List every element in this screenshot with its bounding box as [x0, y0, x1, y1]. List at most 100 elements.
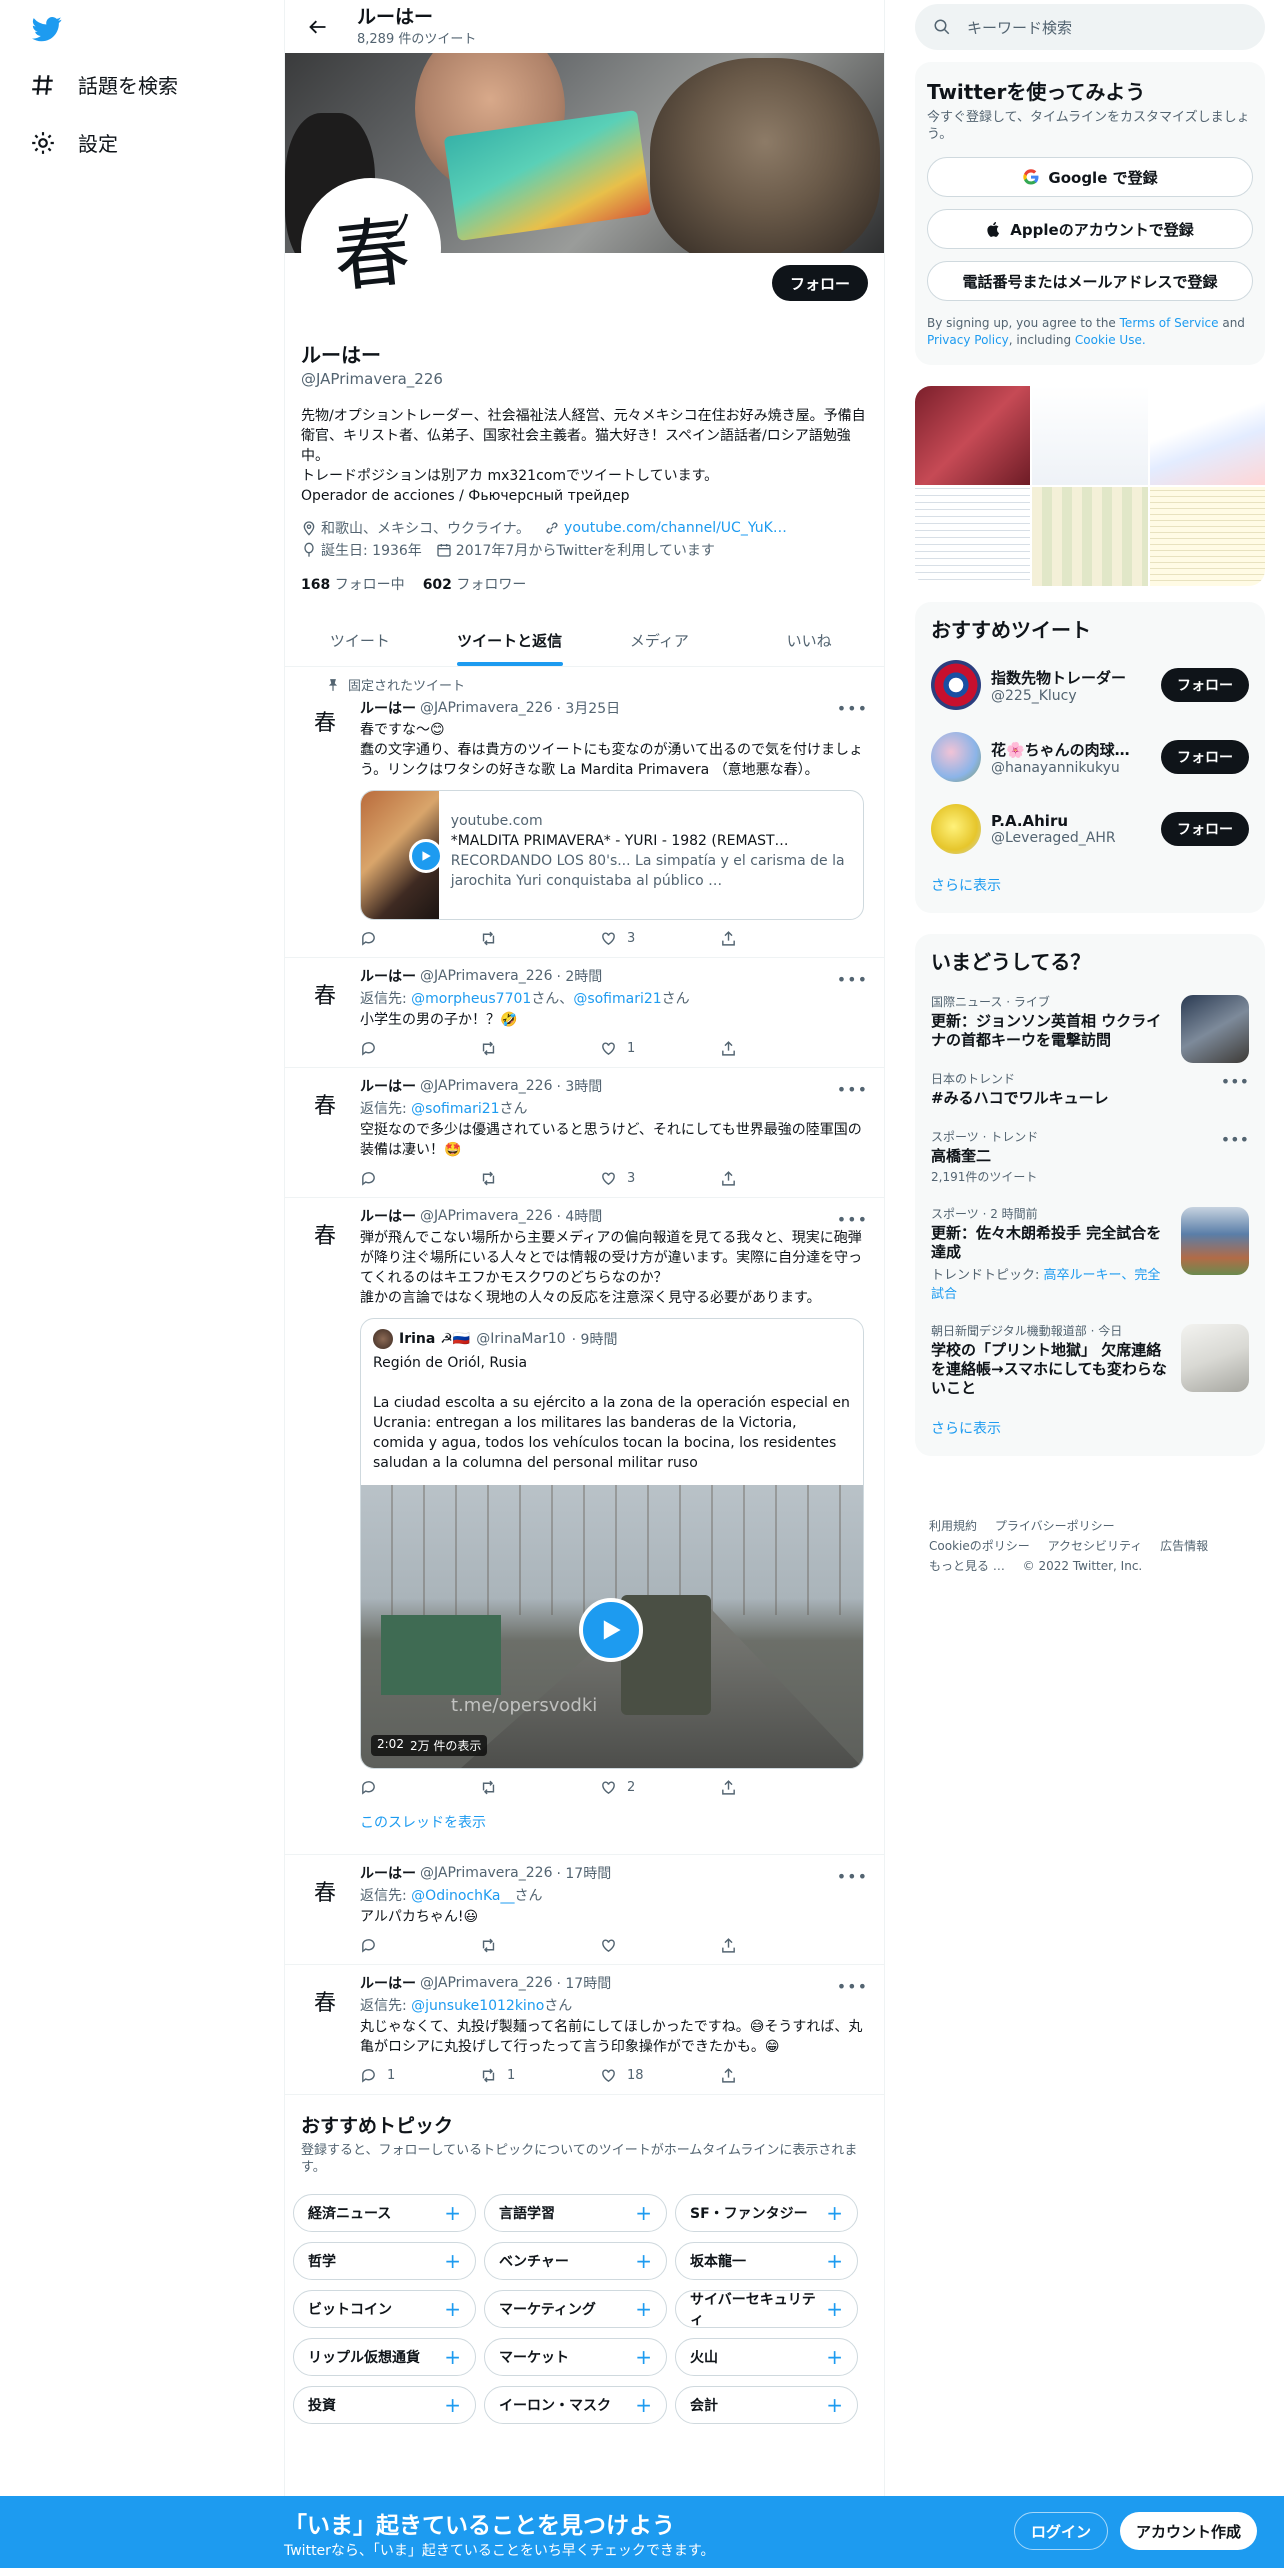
tab-tweets[interactable]: ツイート — [285, 614, 435, 666]
topic-chip[interactable]: 火山 + — [675, 2338, 858, 2376]
reply-button[interactable] — [360, 1040, 460, 1057]
topic-chip[interactable]: SF・ファンタジー + — [675, 2194, 858, 2232]
plus-icon[interactable]: + — [444, 2393, 461, 2417]
plus-icon[interactable]: + — [826, 2297, 843, 2321]
topic-chip[interactable]: リップル仮想通貨 + — [293, 2338, 476, 2376]
trend-item[interactable]: 朝日新聞デジタル機動報道部 · 今日 学校の「プリント地獄」 欠席連絡を連絡帳→… — [915, 1312, 1265, 1408]
recommended-user[interactable]: 花🌸ちゃんの肉球… @hanayannikukyu フォロー — [915, 721, 1265, 793]
follow-button[interactable]: フォロー — [771, 265, 868, 301]
show-more-link[interactable]: さらに表示 — [915, 1408, 1265, 1446]
tab-tweets-and-replies[interactable]: ツイートと返信 — [435, 614, 585, 666]
plus-icon[interactable]: + — [826, 2201, 843, 2225]
plus-icon[interactable]: + — [635, 2201, 652, 2225]
profile-url[interactable]: youtube.com/channel/UC_YuK… — [544, 518, 787, 538]
more-icon[interactable]: ••• — [837, 970, 868, 989]
more-icon[interactable]: ••• — [1221, 1130, 1249, 1149]
more-icon[interactable]: ••• — [837, 1867, 868, 1886]
link-card[interactable]: youtube.com *MALDITA PRIMAVERA* - YURI -… — [360, 790, 864, 920]
follow-button[interactable]: フォロー — [1161, 740, 1249, 774]
media-thumb[interactable] — [1149, 386, 1265, 485]
reply-button[interactable]: 1 — [360, 2067, 460, 2084]
share-button[interactable] — [720, 2067, 820, 2084]
plus-icon[interactable]: + — [635, 2249, 652, 2273]
url-text[interactable]: youtube.com/channel/UC_YuK… — [564, 520, 787, 536]
trend-item[interactable]: 日本のトレンド #みるハコでワルキューレ ••• — [915, 1060, 1265, 1118]
tweet-avatar[interactable]: 春 — [301, 970, 349, 1018]
retweet-button[interactable] — [480, 1779, 580, 1796]
media-thumb[interactable] — [1032, 386, 1148, 485]
like-button[interactable]: 1 — [600, 1040, 700, 1057]
topic-chip[interactable]: 経済ニュース + — [293, 2194, 476, 2232]
more-icon[interactable]: ••• — [1221, 1072, 1249, 1091]
topic-chip[interactable]: 哲学 + — [293, 2242, 476, 2280]
followers-stat[interactable]: 602 フォロワー — [423, 574, 527, 594]
recommended-user[interactable]: 指数先物トレーダー @225_Klucy フォロー — [915, 649, 1265, 721]
footer-link[interactable]: アクセシビリティ — [1048, 1539, 1143, 1553]
like-button[interactable]: 2 — [600, 1779, 700, 1796]
trend-item[interactable]: スポーツ · 2 時間前 更新：佐々木朗希投手 完全試合を達成 トレンドトピック… — [915, 1195, 1265, 1312]
trend-item[interactable]: 国際ニュース · ライブ 更新：ジョンソン英首相 ウクライナの首都キーウを電撃訪… — [915, 983, 1265, 1063]
plus-icon[interactable]: + — [635, 2345, 652, 2369]
plus-icon[interactable]: + — [444, 2297, 461, 2321]
plus-icon[interactable]: + — [635, 2393, 652, 2417]
tweet-avatar[interactable]: 春 — [301, 1210, 349, 1258]
footer-link[interactable]: Cookieのポリシー — [929, 1539, 1030, 1553]
follow-button[interactable]: フォロー — [1161, 668, 1249, 702]
trend-item[interactable]: スポーツ · トレンド 高橋奎二 2,191件のツイート ••• — [915, 1118, 1265, 1195]
retweet-button[interactable] — [480, 1170, 580, 1187]
apple-signup-button[interactable]: Appleのアカウントで登録 — [927, 209, 1253, 249]
tweet[interactable]: 春 ルーはー @JAPrimavera_226 · 2時間 ••• 返信先: @mo… — [285, 958, 884, 1068]
plus-icon[interactable]: + — [826, 2345, 843, 2369]
topic-chip[interactable]: 坂本龍一 + — [675, 2242, 858, 2280]
reply-button[interactable] — [360, 1937, 460, 1954]
footer-link[interactable]: 利用規約 — [929, 1519, 977, 1533]
create-account-button[interactable]: アカウント作成 — [1120, 2512, 1258, 2550]
cookie-link[interactable]: Cookie Use. — [1075, 333, 1146, 347]
retweet-button[interactable]: 1 — [480, 2067, 580, 2084]
footer-link[interactable]: もっと見る … — [929, 1559, 1005, 1573]
topic-chip[interactable]: ベンチャー + — [484, 2242, 667, 2280]
footer-link[interactable]: 広告情報 — [1160, 1539, 1208, 1553]
retweet-button[interactable] — [480, 930, 580, 947]
plus-icon[interactable]: + — [635, 2297, 652, 2321]
topic-chip[interactable]: イーロン・マスク + — [484, 2386, 667, 2424]
tab-media[interactable]: メディア — [585, 614, 735, 666]
plus-icon[interactable]: + — [826, 2393, 843, 2417]
retweet-button[interactable] — [480, 1040, 580, 1057]
tweet-pinned[interactable]: 固定されたツイート 春 ルーはー @JAPrimavera_226 · 3月25日 … — [285, 667, 884, 958]
terms-link[interactable]: Terms of Service — [1120, 316, 1219, 330]
topic-chip[interactable]: マーケット + — [484, 2338, 667, 2376]
share-button[interactable] — [720, 1040, 820, 1057]
phone-email-signup-button[interactable]: 電話番号またはメールアドレスで登録 — [927, 261, 1253, 301]
quote-tweet[interactable]: Irina ☭🇷🇺 @IrinaMar10 · 9時間 Región de Orió… — [360, 1318, 864, 1769]
tweet-avatar[interactable]: 春 — [301, 1080, 349, 1128]
retweet-button[interactable] — [480, 1937, 580, 1954]
topic-chip[interactable]: ビットコイン + — [293, 2290, 476, 2328]
tweet[interactable]: 春 ルーはー @JAPrimavera_226 · 3時間 ••• 返信先: @so… — [285, 1068, 884, 1198]
more-icon[interactable]: ••• — [837, 1977, 868, 1996]
reply-button[interactable] — [360, 1779, 460, 1796]
play-button[interactable] — [579, 1598, 643, 1662]
twitter-logo-icon[interactable] — [32, 14, 62, 44]
tweet-avatar[interactable]: 春 — [301, 1977, 349, 2025]
share-button[interactable] — [720, 930, 820, 947]
plus-icon[interactable]: + — [444, 2249, 461, 2273]
topic-chip[interactable]: 投資 + — [293, 2386, 476, 2424]
reply-button[interactable] — [360, 930, 460, 947]
topic-chip[interactable]: 言語学習 + — [484, 2194, 667, 2232]
back-button[interactable] — [301, 10, 335, 44]
more-icon[interactable]: ••• — [837, 1080, 868, 1099]
tweet[interactable]: 春 ルーはー @JAPrimavera_226 · 17時間 ••• 返信先: @j… — [285, 1965, 884, 2095]
share-button[interactable] — [720, 1779, 820, 1796]
profile-avatar[interactable]: 春 ノ — [301, 178, 441, 318]
reply-button[interactable] — [360, 1170, 460, 1187]
privacy-link[interactable]: Privacy Policy — [927, 333, 1009, 347]
nav-explore[interactable]: 話題を検索 — [30, 70, 178, 99]
like-button[interactable]: 3 — [600, 930, 700, 947]
more-icon[interactable]: ••• — [837, 1210, 868, 1229]
google-signup-button[interactable]: Google で登録 — [927, 157, 1253, 197]
tweet-avatar[interactable]: 春 — [301, 697, 349, 745]
tweet[interactable]: 春 ルーはー @JAPrimavera_226 · 4時間 ••• 弾が飛んでこない… — [285, 1198, 884, 1855]
media-thumb[interactable] — [1032, 487, 1148, 586]
show-more-link[interactable]: さらに表示 — [915, 865, 1265, 903]
